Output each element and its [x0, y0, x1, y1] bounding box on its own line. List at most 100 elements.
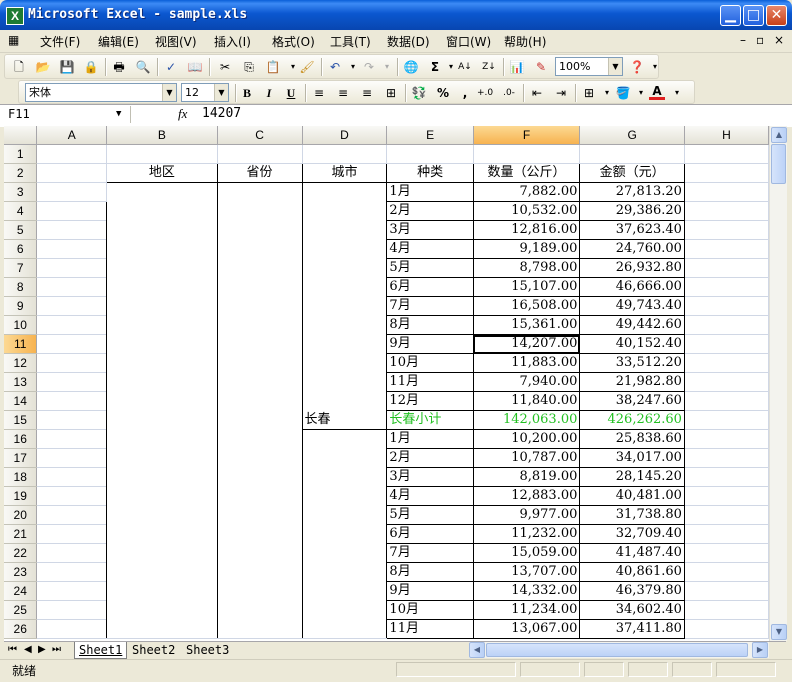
format-painter-icon[interactable]: 🖌: [299, 59, 315, 75]
cell-a[interactable]: [36, 429, 108, 449]
cell-a[interactable]: [36, 144, 108, 164]
menu-view[interactable]: 视图(V): [155, 33, 197, 50]
cell-amount[interactable]: 31,738.80: [579, 505, 685, 525]
name-box-dropdown-icon[interactable]: ▼: [116, 106, 121, 123]
cell-city-merged[interactable]: [302, 429, 388, 639]
cell-h[interactable]: [684, 410, 769, 430]
spelling-icon[interactable]: ✓: [163, 59, 179, 75]
cell-amount[interactable]: 37,623.40: [579, 220, 685, 240]
cell-amount[interactable]: 426,262.60: [579, 410, 685, 430]
cell-a[interactable]: [36, 505, 108, 525]
last-sheet-icon[interactable]: ⏭: [52, 644, 61, 655]
cell-a[interactable]: [36, 258, 108, 278]
cell-amount[interactable]: 38,247.60: [579, 391, 685, 411]
cell-h[interactable]: [684, 334, 769, 354]
cell-a[interactable]: [36, 391, 108, 411]
cell-type[interactable]: 3月: [386, 220, 474, 240]
cell-qty[interactable]: 15,107.00: [473, 277, 581, 297]
row-header[interactable]: 16: [4, 429, 38, 449]
table-row[interactable]: 1: [4, 144, 769, 164]
fill-color-icon[interactable]: 🪣: [615, 85, 631, 101]
print-icon[interactable]: 🖶: [111, 59, 127, 75]
cell-a[interactable]: [36, 448, 108, 468]
row-header[interactable]: 10: [4, 315, 38, 335]
vertical-scrollbar[interactable]: ▲ ▼: [769, 126, 787, 641]
cell-type[interactable]: 4月: [386, 486, 474, 506]
row-header[interactable]: 8: [4, 277, 38, 297]
cell-h[interactable]: [684, 543, 769, 563]
doc-restore-button[interactable]: ▫: [756, 33, 764, 47]
cell-h[interactable]: [684, 353, 769, 373]
cell-h[interactable]: [684, 486, 769, 506]
row-header[interactable]: 26: [4, 619, 38, 639]
cell-c[interactable]: [217, 144, 303, 164]
cell-a[interactable]: [36, 619, 108, 639]
sheet-tab-sheet2[interactable]: Sheet2: [128, 642, 179, 658]
cell-h[interactable]: [684, 562, 769, 582]
cell-h[interactable]: [684, 163, 769, 183]
font-name-select[interactable]: 宋体 ▼: [25, 83, 177, 102]
cell-qty[interactable]: 15,059.00: [473, 543, 581, 563]
excel-app-icon[interactable]: X: [6, 7, 24, 25]
font-name-dropdown-icon[interactable]: ▼: [162, 84, 176, 101]
column-header-f[interactable]: F: [473, 126, 581, 145]
cell-type[interactable]: 4月: [386, 239, 474, 259]
print-preview-icon[interactable]: 🔍: [135, 59, 151, 75]
table-row[interactable]: 3 长春 1月 7,882.00 27,813.20: [4, 182, 769, 639]
cell-type[interactable]: 10月: [386, 353, 474, 373]
cell-amount[interactable]: 49,743.40: [579, 296, 685, 316]
cell-qty[interactable]: 7,882.00: [473, 182, 581, 202]
cell-type[interactable]: 1月: [386, 182, 474, 202]
cell-type[interactable]: 6月: [386, 524, 474, 544]
horizontal-scroll-thumb[interactable]: [486, 643, 748, 657]
column-header-b[interactable]: B: [106, 126, 218, 145]
zoom-select[interactable]: 100% ▼: [555, 57, 623, 76]
row-header[interactable]: 25: [4, 600, 38, 620]
first-sheet-icon[interactable]: ⏮: [8, 644, 17, 655]
cell-amount[interactable]: 49,442.60: [579, 315, 685, 335]
scroll-down-icon[interactable]: ▼: [771, 624, 787, 640]
font-size-dropdown-icon[interactable]: ▼: [214, 84, 228, 101]
table-row[interactable]: 2 地区 省份 城市 种类 数量（公斤） 金额（元）: [4, 163, 769, 183]
header-type[interactable]: 种类: [386, 163, 474, 183]
cell-qty[interactable]: 11,840.00: [473, 391, 581, 411]
cell-amount[interactable]: 34,017.00: [579, 448, 685, 468]
cell-h[interactable]: [684, 429, 769, 449]
undo-icon[interactable]: ↶: [327, 59, 343, 75]
decrease-indent-icon[interactable]: ⇤: [529, 85, 545, 101]
font-color-icon[interactable]: A: [649, 85, 665, 100]
menu-help[interactable]: 帮助(H): [504, 33, 546, 50]
cell-amount[interactable]: 40,152.40: [579, 334, 685, 354]
font-size-select[interactable]: 12 ▼: [181, 83, 229, 102]
new-icon[interactable]: 🗋: [11, 59, 27, 75]
cell-a[interactable]: [36, 201, 108, 221]
cell-b[interactable]: [106, 144, 218, 164]
row-header[interactable]: 6: [4, 239, 38, 259]
cell-qty[interactable]: 9,189.00: [473, 239, 581, 259]
menu-edit[interactable]: 编辑(E): [98, 33, 139, 50]
cell-qty[interactable]: 13,067.00: [473, 619, 581, 639]
column-header-h[interactable]: H: [684, 126, 769, 145]
cell-amount[interactable]: 33,512.20: [579, 353, 685, 373]
cell-amount[interactable]: 40,481.00: [579, 486, 685, 506]
borders-icon[interactable]: ⊞: [581, 85, 597, 101]
fill-color-dropdown-icon[interactable]: ▾: [633, 85, 649, 101]
cell-qty[interactable]: 142,063.00: [473, 410, 581, 430]
header-region[interactable]: 地区: [106, 163, 218, 183]
cell-amount[interactable]: 40,861.60: [579, 562, 685, 582]
cell-type[interactable]: 5月: [386, 505, 474, 525]
cell-amount[interactable]: 21,982.80: [579, 372, 685, 392]
maximize-button[interactable]: □: [743, 5, 764, 26]
cell-type[interactable]: 2月: [386, 201, 474, 221]
cell-a[interactable]: [36, 600, 108, 620]
align-right-icon[interactable]: ≡: [359, 85, 375, 101]
prev-sheet-icon[interactable]: ◀: [24, 644, 32, 655]
column-header-d[interactable]: D: [302, 126, 388, 145]
cell-qty[interactable]: 14,207.00: [473, 334, 581, 354]
cell-qty[interactable]: 12,816.00: [473, 220, 581, 240]
menu-window[interactable]: 窗口(W): [446, 33, 491, 50]
cell-h[interactable]: [684, 619, 769, 639]
cut-icon[interactable]: ✂: [217, 59, 233, 75]
cell-amount[interactable]: 24,760.00: [579, 239, 685, 259]
cell-qty[interactable]: 11,232.00: [473, 524, 581, 544]
